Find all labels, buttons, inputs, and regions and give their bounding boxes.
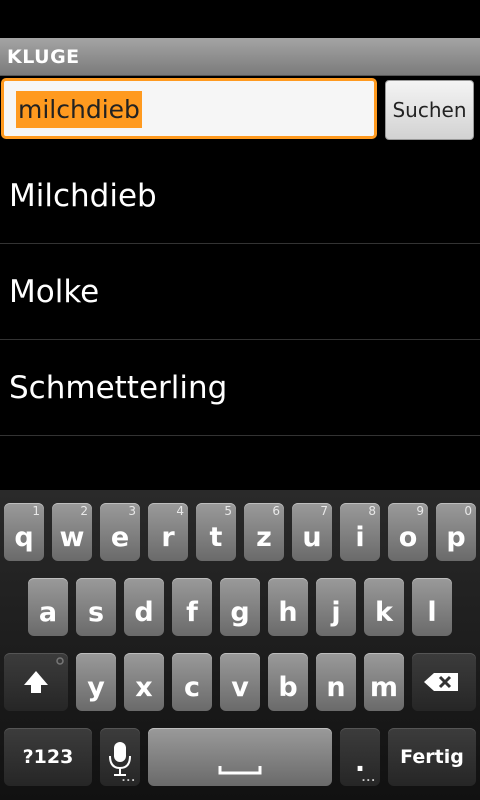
key-n[interactable]: n <box>316 653 356 711</box>
key-e[interactable]: 3e <box>100 503 140 561</box>
key-hint: 5 <box>224 504 232 518</box>
key-o[interactable]: 9o <box>388 503 428 561</box>
key-label: i <box>355 522 365 553</box>
search-button[interactable]: Suchen <box>385 80 474 140</box>
key-hint: 9 <box>416 504 424 518</box>
key-a[interactable]: a <box>28 578 68 636</box>
key-label: y <box>87 672 105 703</box>
key-label: v <box>231 672 249 703</box>
key-m[interactable]: m <box>364 653 404 711</box>
symbols-key[interactable]: ?123 <box>4 728 92 786</box>
key-d[interactable]: d <box>124 578 164 636</box>
key-label: ?123 <box>22 746 74 768</box>
key-label: e <box>110 522 130 553</box>
key-hint: 6 <box>272 504 280 518</box>
space-bar-icon <box>218 766 262 775</box>
key-g[interactable]: g <box>220 578 260 636</box>
status-bar <box>0 0 480 38</box>
key-label: w <box>59 522 85 553</box>
more-dots-icon: ... <box>361 773 376 784</box>
search-row: milchdieb Suchen <box>0 76 480 146</box>
key-label: c <box>183 672 200 703</box>
key-label: r <box>161 522 175 553</box>
key-label: m <box>369 672 399 703</box>
key-hint: 0 <box>464 504 472 518</box>
key-label: h <box>278 597 298 628</box>
search-query-text: milchdieb <box>16 91 142 128</box>
key-label: Fertig <box>400 746 464 768</box>
on-screen-keyboard: 1 q 2 w 3 e 4 r 5 t 6 z 7 u 8 i 9 o 0 p a s d f g h j k l y x c v b n m ?123… <box>0 490 480 800</box>
key-i[interactable]: 8i <box>340 503 380 561</box>
key-label: t <box>209 522 223 553</box>
key-w[interactable]: 2w <box>52 503 92 561</box>
result-item[interactable]: Molke <box>0 244 480 340</box>
key-label: p <box>446 522 466 553</box>
key-p[interactable]: 0p <box>436 503 476 561</box>
key-r[interactable]: 4r <box>148 503 188 561</box>
backspace-icon <box>424 673 458 691</box>
key-q[interactable]: 1q <box>4 503 44 561</box>
results-list: Milchdieb Molke Schmetterling <box>0 148 480 436</box>
key-hint: 3 <box>128 504 136 518</box>
key-label: x <box>135 672 153 703</box>
backspace-key[interactable] <box>412 653 476 711</box>
title-bar: KLUGE <box>0 38 480 76</box>
key-y[interactable]: y <box>76 653 116 711</box>
key-hint: 7 <box>320 504 328 518</box>
key-f[interactable]: f <box>172 578 212 636</box>
key-label: d <box>134 597 154 628</box>
key-label: q <box>14 522 34 553</box>
key-label: k <box>375 597 393 628</box>
key-label: u <box>302 522 322 553</box>
key-v[interactable]: v <box>220 653 260 711</box>
key-hint: 2 <box>80 504 88 518</box>
period-key[interactable]: .... <box>340 728 380 786</box>
key-hint: 4 <box>176 504 184 518</box>
key-label: l <box>427 597 437 628</box>
key-c[interactable]: c <box>172 653 212 711</box>
key-s[interactable]: s <box>76 578 116 636</box>
more-dots-icon: ... <box>121 773 136 784</box>
key-j[interactable]: j <box>316 578 356 636</box>
key-l[interactable]: l <box>412 578 452 636</box>
done-key[interactable]: Fertig <box>388 728 476 786</box>
app-title: KLUGE <box>7 46 80 68</box>
key-label: g <box>230 597 250 628</box>
key-x[interactable]: x <box>124 653 164 711</box>
key-label: s <box>87 597 105 628</box>
key-hint: 1 <box>32 504 40 518</box>
result-item[interactable]: Milchdieb <box>0 148 480 244</box>
key-label: o <box>398 522 418 553</box>
key-t[interactable]: 5t <box>196 503 236 561</box>
shift-arrow-icon <box>24 657 64 693</box>
key-z[interactable]: 6z <box>244 503 284 561</box>
key-u[interactable]: 7u <box>292 503 332 561</box>
key-label: a <box>38 597 58 628</box>
key-label: j <box>331 597 341 628</box>
key-b[interactable]: b <box>268 653 308 711</box>
search-input[interactable]: milchdieb <box>1 78 377 139</box>
space-key[interactable] <box>148 728 332 786</box>
key-label: b <box>278 672 298 703</box>
shift-key[interactable] <box>4 653 68 711</box>
key-label: f <box>186 597 198 628</box>
key-label: z <box>256 522 272 553</box>
result-item[interactable]: Schmetterling <box>0 340 480 436</box>
key-k[interactable]: k <box>364 578 404 636</box>
key-hint: 8 <box>368 504 376 518</box>
microphone-key[interactable]: ... <box>100 728 140 786</box>
key-h[interactable]: h <box>268 578 308 636</box>
key-label: n <box>326 672 346 703</box>
